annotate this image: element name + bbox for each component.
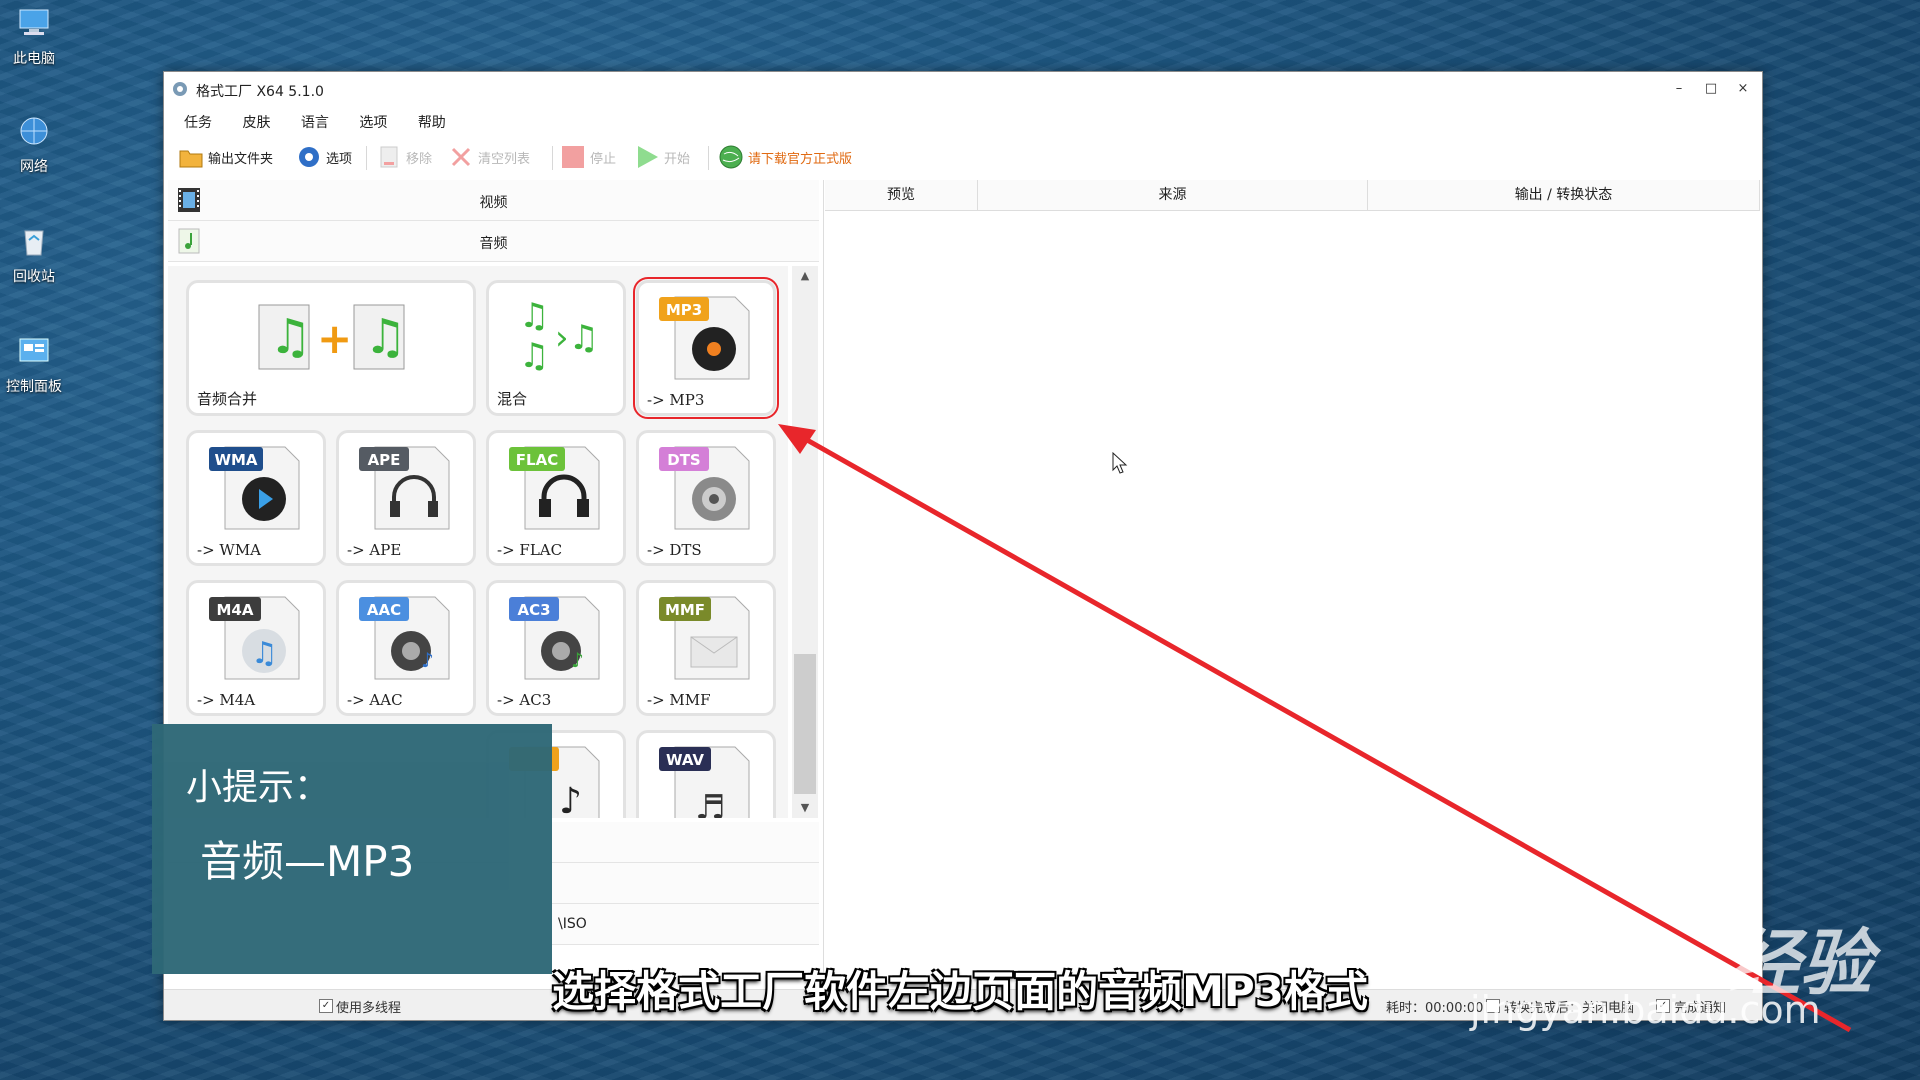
tip-text: 音频—MP3 (200, 837, 415, 886)
tip-box: 小提示： 音频—MP3 (152, 724, 552, 974)
watermark-url: jingyan.baidu.com (1470, 988, 1821, 1032)
tip-title: 小提示： (186, 767, 331, 808)
